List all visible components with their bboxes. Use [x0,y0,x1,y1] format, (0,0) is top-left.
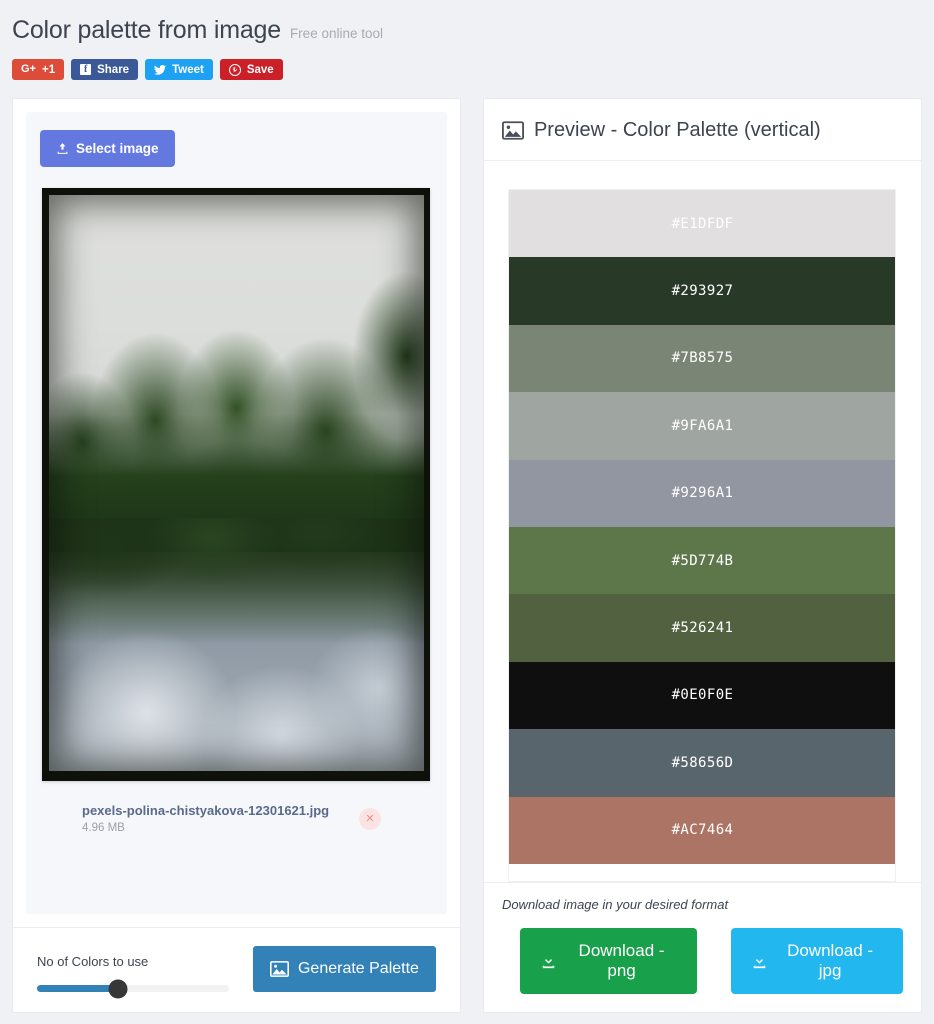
select-image-label: Select image [76,141,159,156]
generate-palette-label: Generate Palette [297,960,419,977]
color-swatch[interactable]: #E1DFDF [509,190,896,258]
colors-slider-group: No of Colors to use [37,954,229,998]
colors-slider-label: No of Colors to use [37,954,149,969]
page-header: Color palette from image Free online too… [0,0,934,80]
preview-card: Preview - Color Palette (vertical) #E1DF… [482,98,922,1013]
download-icon [540,953,557,970]
uploaded-file-row: pexels-polina-chistyakova-12301621.jpg 4… [54,803,419,834]
download-buttons-row: Download - png Download - jpg [502,928,903,994]
preview-title: Preview - Color Palette (vertical) [533,119,821,141]
twitter-tweet-button[interactable]: Tweet [145,59,213,80]
colors-slider-fill [37,985,118,992]
preview-header: Preview - Color Palette (vertical) [483,99,921,161]
color-swatch-hex: #7B8575 [671,350,734,367]
page-title: Color palette from image [12,16,281,44]
color-swatch[interactable]: #0E0F0E [509,661,896,730]
google-plus-icon: G+ [21,63,36,75]
right-column: Preview - Color Palette (vertical) #E1DF… [482,98,922,1013]
color-swatch-hex: #58656D [671,754,734,771]
facebook-share-label: Share [97,63,130,76]
color-swatch-hex: #9296A1 [671,485,734,502]
palette-controls: No of Colors to use Generate Palette [13,927,460,1012]
color-swatch-hex: #9FA6A1 [671,417,734,434]
image-preview-wrapper [42,188,431,781]
photo-cloud-reflection [49,575,425,771]
pinterest-save-button[interactable]: Save [219,59,283,80]
download-hint: Download image in your desired format [501,897,729,912]
main-columns: Select image pexels-polina-chistyakova-1… [0,98,934,1013]
file-size: 4.96 MB [82,822,125,834]
title-row: Color palette from image Free online too… [12,16,934,45]
palette-preview-wrapper: #E1DFDF #293927 #7B8575 #9FA6A1 #9296A1 #5D77… [484,161,921,882]
color-swatch[interactable]: #7B8575 [509,324,896,393]
color-swatch-hex: #5D774B [671,552,734,569]
left-column: Select image pexels-polina-chistyakova-1… [12,98,461,1013]
image-drop-area[interactable]: Select image pexels-polina-chistyakova-1… [26,112,447,914]
google-plus-label: +1 [41,63,56,76]
file-name: pexels-polina-chistyakova-12301621.jpg [82,803,330,818]
color-swatch-hex: #AC7464 [671,822,734,839]
color-swatch-hex: #0E0F0E [671,687,734,704]
file-meta: pexels-polina-chistyakova-12301621.jpg 4… [54,803,359,834]
color-swatch[interactable]: #9296A1 [509,459,896,527]
uploaded-image-thumbnail [42,188,431,781]
download-icon [751,953,768,970]
facebook-share-button[interactable]: f Share [71,59,139,80]
page-subtitle: Free online tool [289,26,383,41]
generate-palette-button[interactable]: Generate Palette [252,946,436,992]
image-icon [501,121,524,140]
uploader-card: Select image pexels-polina-chistyakova-1… [12,98,461,1013]
social-share-row: G+ +1 f Share Tweet Save [12,59,934,80]
pinterest-icon [228,63,241,76]
download-png-button[interactable]: Download - png [519,928,698,994]
color-swatch-hex: #E1DFDF [671,215,734,232]
google-plus-button[interactable]: G+ +1 [12,59,65,80]
color-swatch[interactable]: #58656D [509,729,896,797]
download-png-label: Download - png [578,941,665,980]
colors-slider-thumb[interactable] [108,979,128,998]
colors-slider[interactable] [37,979,229,998]
photo-inner [49,195,425,771]
twitter-icon [154,64,167,75]
color-swatch[interactable]: #526241 [509,594,896,662]
facebook-icon: f [80,64,92,75]
color-swatch[interactable]: #9FA6A1 [509,392,896,460]
image-icon [269,961,289,977]
select-image-button[interactable]: Select image [40,130,175,167]
color-palette: #E1DFDF #293927 #7B8575 #9FA6A1 #9296A1 #5D77… [508,189,897,882]
twitter-tweet-label: Tweet [172,63,204,76]
color-swatch[interactable]: #293927 [509,257,896,325]
download-jpg-button[interactable]: Download - jpg [731,928,903,994]
pinterest-save-label: Save [246,63,274,76]
color-swatch[interactable]: #5D774B [509,526,896,595]
download-section: Download image in your desired format Do… [483,882,921,1012]
upload-icon [56,142,69,155]
color-swatch-hex: #293927 [671,283,734,300]
color-swatch-hex: #526241 [671,620,734,637]
color-swatch[interactable]: #AC7464 [509,796,896,864]
remove-file-button[interactable]: ✕ [358,807,381,830]
download-jpg-label: Download - jpg [787,941,874,980]
close-icon: ✕ [365,813,375,825]
